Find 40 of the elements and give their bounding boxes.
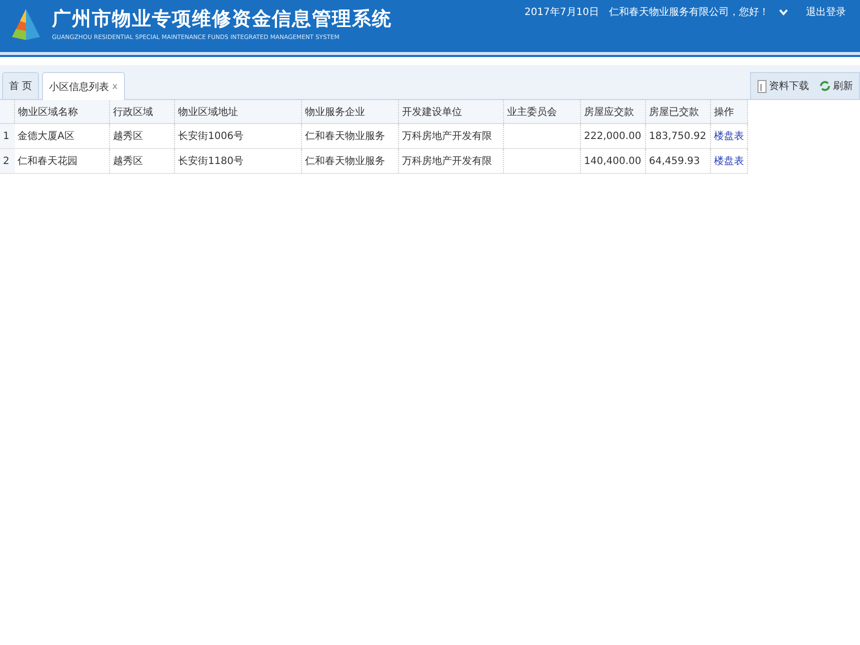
refresh-button[interactable]: 刷新 — [817, 79, 855, 93]
table-cell: 越秀区 — [110, 124, 174, 148]
column-header: 开发建设单位 — [398, 100, 504, 124]
column-header: 房屋已交款 — [646, 100, 710, 124]
current-date: 2017年7月10日 — [524, 6, 599, 19]
column-header: 房屋应交款 — [580, 100, 646, 124]
document-icon — [757, 80, 767, 92]
building-table-link[interactable]: 楼盘表 — [714, 131, 744, 142]
table-cell: 183,750.92 — [646, 124, 710, 148]
column-header: 业主委员会 — [504, 100, 580, 124]
tab-label[interactable]: 小区信息列表 — [49, 80, 110, 94]
table-cell: 越秀区 — [110, 148, 174, 174]
table-cell: 金德大厦A区 — [14, 124, 110, 148]
refresh-icon — [819, 80, 831, 92]
table-cell: 222,000.00 — [580, 124, 646, 148]
column-header: 物业服务企业 — [302, 100, 398, 124]
user-greeting: 仁和春天物业服务有限公司，您好！ — [609, 6, 769, 19]
download-button[interactable]: 资料下载 — [755, 79, 811, 93]
table-cell: 长安街1180号 — [174, 148, 302, 174]
table-cell: 140,400.00 — [580, 148, 646, 174]
table-cell: 长安街1006号 — [174, 124, 302, 148]
column-header: 物业区域名称 — [14, 100, 110, 124]
column-header: 操作 — [710, 100, 748, 124]
table-cell: 万科房地产开发有限 — [398, 124, 504, 148]
table-cell: 仁和春天花园 — [14, 148, 110, 174]
tab[interactable]: 首 页 — [2, 72, 40, 99]
table-cell: 仁和春天物业服务 — [302, 124, 398, 148]
tab[interactable]: 小区信息列表 x — [42, 72, 125, 100]
table-cell: 64,459.93 — [646, 148, 710, 174]
table-cell: 万科房地产开发有限 — [398, 148, 504, 174]
logout-link[interactable]: 退出登录 — [806, 5, 846, 19]
table-cell: 仁和春天物业服务 — [302, 148, 398, 174]
row-number: 2 — [0, 148, 14, 174]
close-tab-button[interactable]: x — [112, 82, 118, 92]
column-header: 行政区域 — [110, 100, 174, 124]
system-title: 广州市物业专项维修资金信息管理系统 — [52, 7, 392, 32]
chevron-down-icon[interactable] — [779, 8, 788, 16]
column-header: 物业区域地址 — [174, 100, 302, 124]
row-number: 1 — [0, 124, 14, 148]
building-table-link[interactable]: 楼盘表 — [714, 156, 744, 167]
